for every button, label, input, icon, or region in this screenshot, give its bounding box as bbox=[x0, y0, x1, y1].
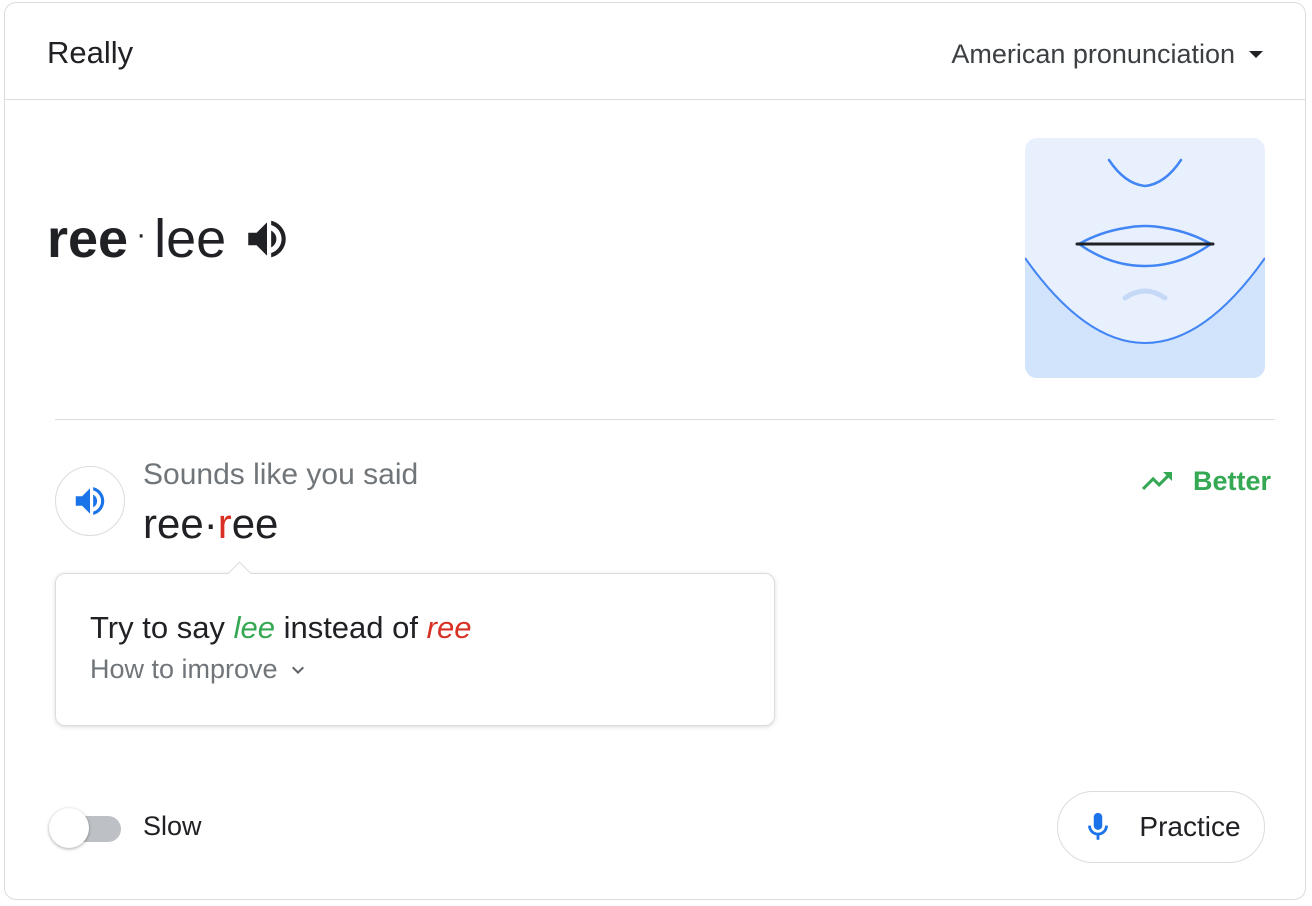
syllable-separator: · bbox=[203, 500, 218, 547]
tip-prefix: Try to say bbox=[90, 610, 225, 645]
phonetic-spelling: ree · lee bbox=[47, 208, 292, 270]
tip-incorrect-sound: ree bbox=[426, 610, 472, 645]
tip-message: Try to say lee instead of ree bbox=[90, 610, 471, 646]
how-to-improve-label: How to improve bbox=[90, 654, 278, 684]
rating-label: Better bbox=[1192, 465, 1271, 496]
play-recording-button[interactable] bbox=[55, 466, 125, 536]
microphone-icon bbox=[1088, 812, 1109, 840]
how-to-improve-toggle[interactable]: How to improve bbox=[90, 654, 310, 685]
card-header: Really American pronunciation bbox=[5, 3, 1305, 100]
tip-middle: instead of bbox=[283, 610, 418, 645]
accent-dropdown[interactable]: American pronunciation bbox=[951, 39, 1263, 70]
sounds-like-label: Sounds like you said bbox=[143, 458, 419, 491]
chevron-down-icon bbox=[291, 666, 304, 674]
practice-button[interactable]: Practice bbox=[1057, 791, 1265, 863]
mispronounced-sound: r bbox=[217, 500, 232, 547]
speaker-icon bbox=[75, 487, 105, 515]
tip-pointer bbox=[227, 561, 252, 586]
slow-toggle[interactable] bbox=[49, 807, 123, 851]
heard-pronunciation: ree·ree bbox=[143, 500, 278, 548]
pronunciation-card: Really American pronunciation ree · lee bbox=[4, 2, 1306, 900]
improvement-tip: Try to say lee instead of ree How to imp… bbox=[55, 561, 775, 726]
word-title: Really bbox=[47, 35, 134, 70]
speaker-icon[interactable] bbox=[242, 214, 292, 264]
trending-up-icon bbox=[1141, 472, 1172, 490]
heard-syllable: ree bbox=[143, 500, 204, 547]
syllable-unstressed: lee bbox=[154, 209, 227, 269]
syllable-separator: · bbox=[136, 218, 147, 251]
tip-correct-sound: lee bbox=[233, 610, 275, 645]
section-divider bbox=[55, 419, 1275, 420]
practice-label: Practice bbox=[1139, 811, 1241, 842]
progress-rating: Better bbox=[1139, 463, 1271, 499]
heard-syllable: ee bbox=[231, 500, 279, 547]
caret-down-icon bbox=[1249, 51, 1263, 58]
accent-dropdown-label: American pronunciation bbox=[951, 39, 1235, 69]
slow-label: Slow bbox=[143, 811, 202, 841]
mouth-diagram bbox=[1025, 138, 1265, 378]
syllable-stressed: ree bbox=[47, 209, 129, 269]
mouth-illustration bbox=[1025, 158, 1265, 378]
toggle-knob bbox=[49, 808, 89, 848]
